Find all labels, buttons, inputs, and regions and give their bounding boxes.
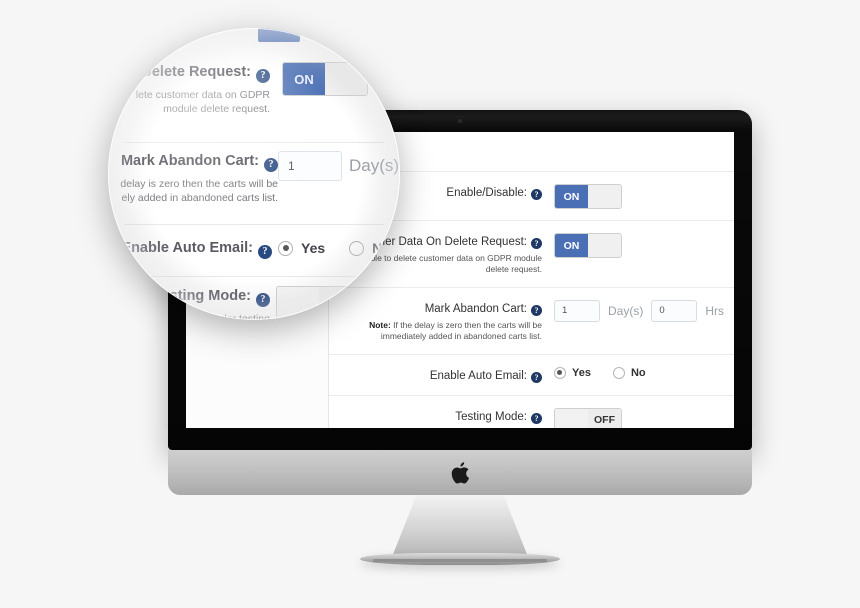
setting-row-testing-mode: Testing Mode:? Note: By enabling it ,all… <box>328 394 734 428</box>
toggle-off-half <box>325 63 367 95</box>
testing-mode-label: Testing Mode: <box>455 410 527 423</box>
help-icon[interactable]: ? <box>530 371 542 383</box>
hrs-unit-label: Hrs <box>705 303 724 318</box>
magnified-delete-request-toggle[interactable]: ON <box>282 62 368 96</box>
setting-control-group: ON <box>553 183 724 209</box>
setting-control-group: Day(s) Hrs <box>553 299 724 322</box>
magnified-row-mark-abandon-cart: Mark Abandon Cart:? delay is zero then t… <box>108 151 400 205</box>
magnified-testing-mode-label: Testing Mode: <box>153 288 251 304</box>
note-text: If the delay is zero then the carts will… <box>380 319 542 342</box>
help-icon[interactable]: ? <box>256 292 270 307</box>
toggle-on-half: ON <box>283 63 325 95</box>
auto-email-radio-group: Yes No <box>553 366 646 379</box>
magnified-toggle-wrap: O <box>276 286 362 320</box>
setting-control-group: OFF <box>553 407 724 428</box>
enable-disable-toggle[interactable]: ON <box>553 184 622 209</box>
help-icon[interactable]: ? <box>258 244 272 259</box>
toggle-knob-half <box>554 408 588 428</box>
help-icon[interactable]: ? <box>530 189 542 200</box>
radio-yes[interactable] <box>553 366 566 379</box>
toggle-on-half: ON <box>554 234 588 257</box>
magnified-input-wrap: Day(s) <box>278 151 399 181</box>
toggle-off-half <box>587 234 621 257</box>
radio-no-label: No <box>630 366 646 379</box>
testing-mode-toggle[interactable]: OFF <box>553 407 622 428</box>
magnified-auto-email-label: Enable Auto Email: <box>121 240 253 256</box>
days-input[interactable] <box>553 299 600 322</box>
help-icon[interactable]: ? <box>256 68 270 83</box>
radio-yes-label: Yes <box>571 366 591 379</box>
magnified-testing-mode-toggle[interactable]: O <box>276 286 362 320</box>
page-title: ings <box>345 144 734 161</box>
toggle-off-half: OFF <box>587 408 621 428</box>
enable-auto-email-label: Enable Auto Email: <box>429 369 527 382</box>
note-prefix: Note: <box>369 319 391 330</box>
magnifier-lens: n Delete Request:? lete customer data on… <box>108 28 400 320</box>
mark-abandon-cart-label: Mark Abandon Cart: <box>424 302 527 315</box>
setting-control-group: Yes No <box>553 366 724 379</box>
setting-label-group: Enable Auto Email:? <box>329 366 554 384</box>
radio-no-label: No <box>372 240 391 256</box>
magnified-days-input[interactable] <box>278 151 342 181</box>
help-icon[interactable]: ? <box>530 304 542 316</box>
enable-disable-label: Enable/Disable: <box>446 187 527 199</box>
toggle-on-half: ON <box>554 185 588 208</box>
magnified-mark-abandon-label-wrap: Mark Abandon Cart:? <box>108 153 278 172</box>
toggle-off-half <box>587 185 621 208</box>
help-icon[interactable]: ? <box>530 238 542 249</box>
magnified-days-unit: Day(s) <box>349 156 400 175</box>
magnifier-content: n Delete Request:? lete customer data on… <box>108 28 400 320</box>
magnified-divider <box>124 142 384 143</box>
magnified-delete-request-note: lete customer data on GDPR module delete… <box>135 88 270 115</box>
magnified-mark-abandon-note: delay is zero then the carts will be ely… <box>120 177 278 204</box>
setting-control-group: ON <box>553 232 724 258</box>
magnified-divider <box>124 276 384 277</box>
apple-logo-icon <box>451 462 469 484</box>
days-unit-label: Day(s) <box>607 303 644 318</box>
magnified-row-testing-mode: Testing Mode:? ll send to a particular t… <box>108 286 400 321</box>
setting-label-group: Testing Mode:? Note: By enabling it ,all… <box>329 407 554 428</box>
magnified-toggle-wrap: ON <box>282 62 368 96</box>
monitor-stand-lip <box>373 559 547 562</box>
magnified-radio-wrap: Yes No <box>278 240 391 256</box>
magnified-auto-email-label-wrap: Enable Auto Email:? <box>108 240 272 259</box>
monitor-chin <box>168 450 752 495</box>
magnified-auto-email-radio-group: Yes No <box>278 240 391 256</box>
setting-row-enable-auto-email: Enable Auto Email:? Yes No <box>328 353 734 395</box>
help-icon[interactable]: ? <box>264 157 278 172</box>
magnified-delete-request-label: n Delete Request: <box>128 64 251 80</box>
camera-dot-icon <box>458 119 462 123</box>
customer-data-toggle[interactable]: ON <box>553 233 622 258</box>
radio-no[interactable] <box>612 366 625 379</box>
magnified-row-enable-auto-email: Enable Auto Email:? Yes No <box>108 240 400 259</box>
radio-no[interactable] <box>349 240 365 256</box>
mark-abandon-cart-note: Note: If the delay is zero then the cart… <box>329 320 542 343</box>
magnified-mark-abandon-label: Mark Abandon Cart: <box>120 153 259 169</box>
magnified-divider <box>124 224 384 225</box>
toggle-off-half: O <box>319 287 361 319</box>
radio-yes[interactable] <box>278 240 293 256</box>
magnified-testing-mode-label-wrap: Testing Mode:? <box>108 288 270 307</box>
magnified-testing-mode-note: ll send to a particular testing purposes… <box>139 312 270 321</box>
monitor-stand <box>392 495 528 557</box>
toggle-knob-half <box>277 287 319 319</box>
help-icon[interactable]: ? <box>530 412 542 424</box>
magnified-partial-toggle <box>258 28 300 42</box>
magnified-row-delete-request: n Delete Request:? lete customer data on… <box>108 62 400 116</box>
radio-yes-label: Yes <box>301 240 326 256</box>
hrs-input[interactable] <box>651 299 698 322</box>
magnified-delete-request-label-wrap: n Delete Request:? <box>108 64 270 83</box>
